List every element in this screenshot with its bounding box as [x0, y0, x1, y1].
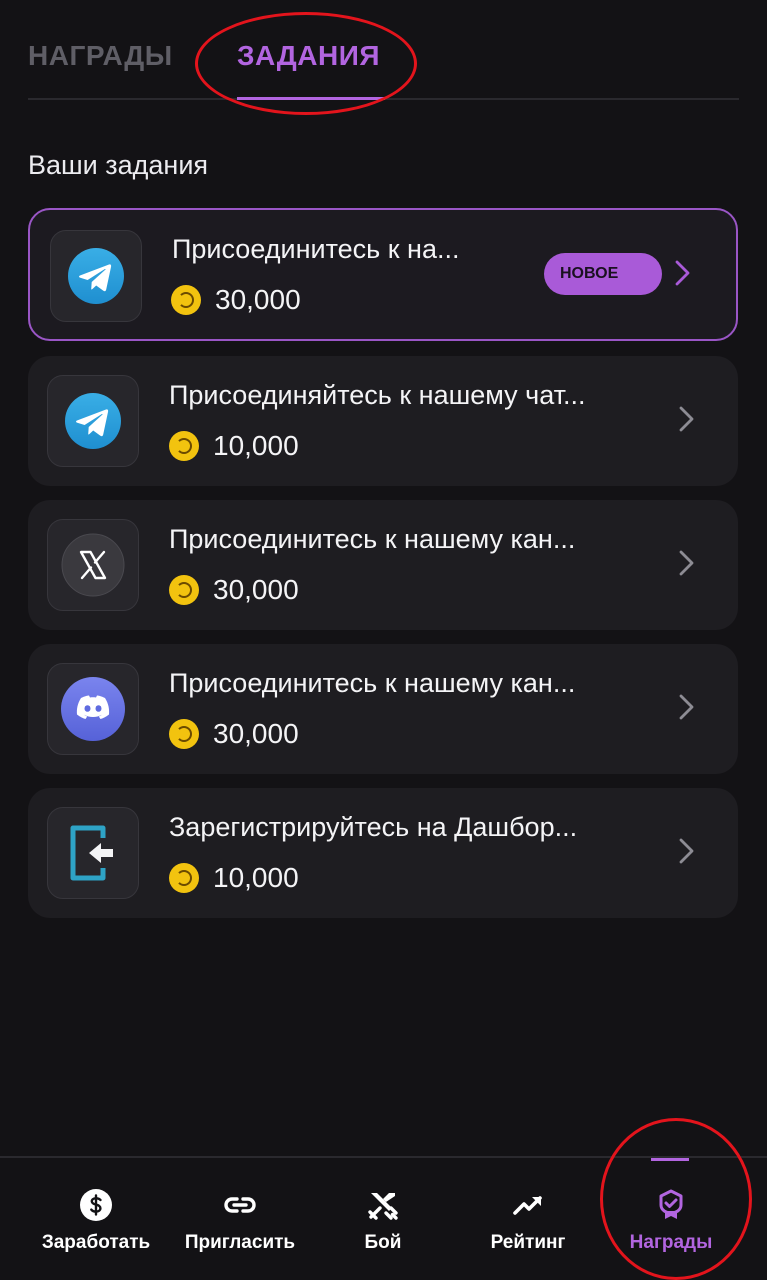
nav-battle-label: Бой — [364, 1232, 402, 1253]
nav-rewards[interactable]: Награды — [626, 1188, 716, 1254]
task-icon-box — [47, 519, 139, 611]
chevron-right-icon — [679, 838, 694, 864]
active-tab-underline — [237, 97, 385, 100]
nav-earn-label: Заработать — [41, 1232, 151, 1253]
login-icon — [70, 825, 113, 881]
dollar-icon — [80, 1189, 112, 1221]
reward-value: 10,000 — [213, 862, 299, 893]
award-badge-icon — [659, 1189, 683, 1219]
telegram-icon — [68, 248, 124, 304]
task-card[interactable]: Присоединяйтесь к нашему чат... 10,000 — [28, 356, 738, 486]
task-card[interactable]: Присоединитесь к нашему кан... 30,000 — [28, 500, 738, 630]
coin-icon — [171, 285, 201, 315]
coin-icon — [169, 575, 199, 605]
task-list: Присоединитесь к на... 30,000 НОВОЕ Прис… — [28, 208, 738, 932]
nav-invite-label: Пригласить — [184, 1232, 296, 1253]
nav-rating-label: Рейтинг — [490, 1232, 566, 1253]
task-icon-box — [47, 375, 139, 467]
top-tabs: НАГРАДЫ ЗАДАНИЯ — [28, 0, 739, 100]
chevron-right-icon — [679, 694, 694, 720]
task-reward: 30,000 — [169, 574, 299, 606]
link-icon — [224, 1197, 256, 1213]
task-icon-box — [50, 230, 142, 322]
nav-battle[interactable]: Бой — [355, 1188, 411, 1254]
new-badge: НОВОЕ — [544, 253, 662, 295]
coin-icon — [169, 431, 199, 461]
reward-value: 30,000 — [213, 718, 299, 749]
section-title: Ваши задания — [28, 150, 209, 180]
nav-invite[interactable]: Пригласить — [181, 1188, 299, 1254]
chevron-right-icon — [675, 260, 690, 286]
task-icon-box — [47, 663, 139, 755]
coin-icon — [169, 719, 199, 749]
task-reward: 10,000 — [169, 430, 299, 462]
nav-rating[interactable]: Рейтинг — [486, 1188, 570, 1254]
tab-rewards[interactable]: НАГРАДЫ — [28, 40, 173, 72]
reward-value: 30,000 — [215, 284, 301, 315]
chevron-right-icon — [679, 406, 694, 432]
task-card[interactable]: Присоединитесь к на... 30,000 НОВОЕ — [28, 208, 738, 341]
task-reward: 30,000 — [171, 284, 301, 316]
discord-icon — [61, 677, 125, 741]
coin-icon — [169, 863, 199, 893]
swords-icon — [368, 1193, 398, 1220]
active-nav-indicator — [651, 1158, 689, 1161]
task-icon-box — [47, 807, 139, 899]
task-title: Присоединяйтесь к нашему чат... — [169, 380, 586, 410]
task-card[interactable]: Присоединитесь к нашему кан... 30,000 — [28, 644, 738, 774]
chevron-right-icon — [679, 550, 694, 576]
task-title: Присоединитесь к на... — [172, 234, 460, 264]
nav-earn[interactable]: Заработать — [38, 1188, 154, 1254]
bottom-nav: Заработать Пригласить Бой Рейтинг Наград… — [0, 1156, 767, 1280]
task-reward: 30,000 — [169, 718, 299, 750]
telegram-icon — [65, 393, 121, 449]
x-icon — [61, 533, 125, 597]
trending-up-icon — [513, 1196, 542, 1215]
task-reward: 10,000 — [169, 862, 299, 894]
task-card[interactable]: Зарегистрируйтесь на Дашбор... 10,000 — [28, 788, 738, 918]
tab-tasks[interactable]: ЗАДАНИЯ — [237, 40, 380, 72]
tasks-page: НАГРАДЫ ЗАДАНИЯ Ваши задания Присоединит… — [0, 0, 767, 1280]
reward-value: 30,000 — [213, 574, 299, 605]
task-title: Присоединитесь к нашему кан... — [169, 668, 576, 698]
reward-value: 10,000 — [213, 430, 299, 461]
task-title: Зарегистрируйтесь на Дашбор... — [169, 812, 578, 842]
nav-rewards-label: Награды — [629, 1232, 713, 1253]
task-title: Присоединитесь к нашему кан... — [169, 524, 576, 554]
